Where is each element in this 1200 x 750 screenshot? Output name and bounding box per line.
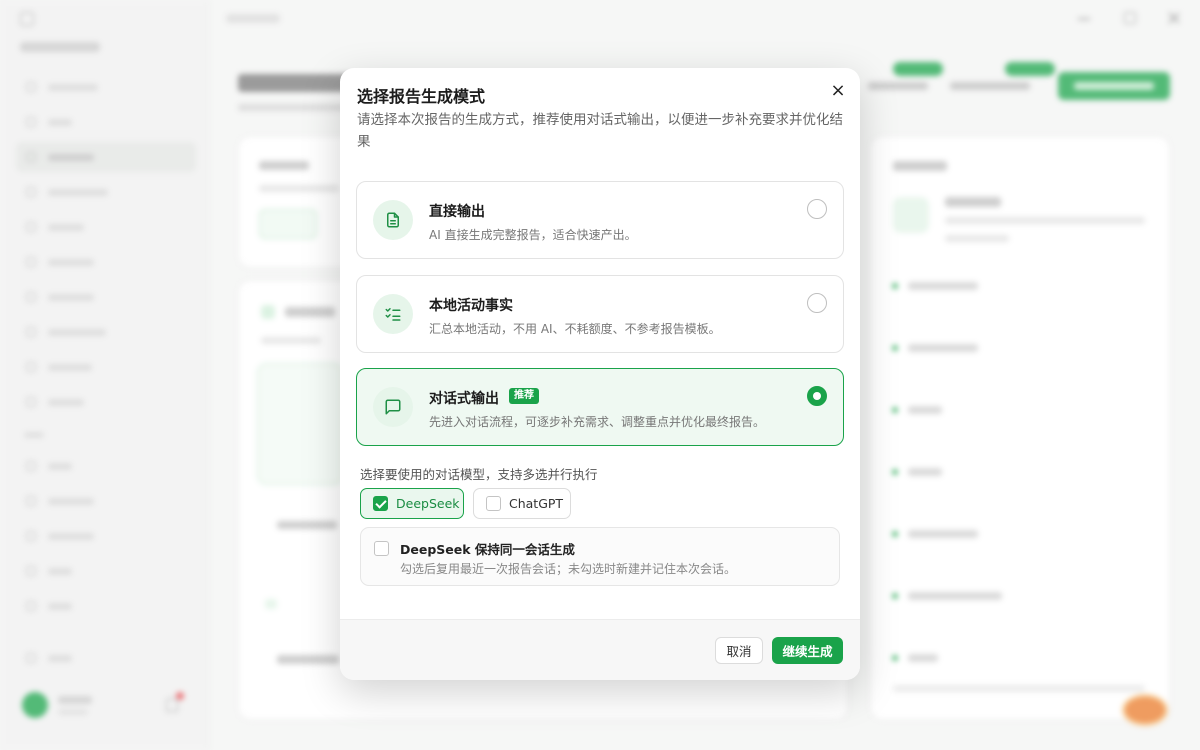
option-description: 汇总本地活动，不用 AI、不耗额度、不参考报告模板。 bbox=[429, 322, 721, 336]
option-conversational-output[interactable]: 对话式输出 推荐 先进入对话流程，可逐步补充需求、调整重点并优化最终报告。 bbox=[356, 368, 844, 446]
option-local-activity-facts[interactable]: 本地活动事实 汇总本地活动，不用 AI、不耗额度、不参考报告模板。 bbox=[356, 275, 844, 353]
option-direct-output[interactable]: 直接输出 AI 直接生成完整报告，适合快速产出。 bbox=[356, 181, 844, 259]
model-select-label: 选择要使用的对话模型，支持多选并行执行 bbox=[360, 467, 598, 482]
dialog-footer: 取消 继续生成 bbox=[340, 619, 860, 680]
option-title: 直接输出 bbox=[429, 204, 485, 220]
keep-session-title: DeepSeek 保持同一会话生成 bbox=[400, 542, 575, 557]
cancel-button[interactable]: 取消 bbox=[715, 637, 763, 664]
model-chip-label: ChatGPT bbox=[509, 496, 564, 511]
option-description: 先进入对话流程，可逐步补充需求、调整重点并优化最终报告。 bbox=[429, 415, 766, 429]
chat-bubble-icon bbox=[373, 387, 413, 427]
close-icon[interactable]: × bbox=[828, 81, 848, 101]
checkbox-icon bbox=[486, 496, 501, 511]
keep-session-option: DeepSeek 保持同一会话生成 勾选后复用最近一次报告会话；未勾选时新建并记… bbox=[360, 527, 840, 586]
option-title: 对话式输出 bbox=[429, 391, 499, 407]
dialog-title: 选择报告生成模式 bbox=[357, 87, 486, 106]
continue-generate-button[interactable]: 继续生成 bbox=[772, 637, 843, 664]
report-mode-dialog: 选择报告生成模式 × 请选择本次报告的生成方式，推荐使用对话式输出，以便进一步补… bbox=[340, 68, 860, 680]
option-description: AI 直接生成完整报告，适合快速产出。 bbox=[429, 228, 637, 242]
radio-button-selected[interactable] bbox=[807, 386, 827, 406]
model-chip-chatgpt[interactable]: ChatGPT bbox=[473, 488, 571, 519]
checklist-icon bbox=[373, 294, 413, 334]
keep-session-checkbox[interactable] bbox=[374, 541, 389, 556]
recommended-badge: 推荐 bbox=[509, 388, 539, 404]
checkbox-checked-icon bbox=[373, 496, 388, 511]
radio-button[interactable] bbox=[807, 293, 827, 313]
dialog-description: 请选择本次报告的生成方式，推荐使用对话式输出，以便进一步补充要求并优化结果 bbox=[357, 112, 843, 150]
model-chip-deepseek[interactable]: DeepSeek bbox=[360, 488, 464, 519]
radio-button[interactable] bbox=[807, 199, 827, 219]
option-title: 本地活动事实 bbox=[429, 298, 513, 314]
document-icon bbox=[373, 200, 413, 240]
model-chip-label: DeepSeek bbox=[396, 496, 460, 511]
keep-session-description: 勾选后复用最近一次报告会话；未勾选时新建并记住本次会话。 bbox=[400, 562, 737, 576]
